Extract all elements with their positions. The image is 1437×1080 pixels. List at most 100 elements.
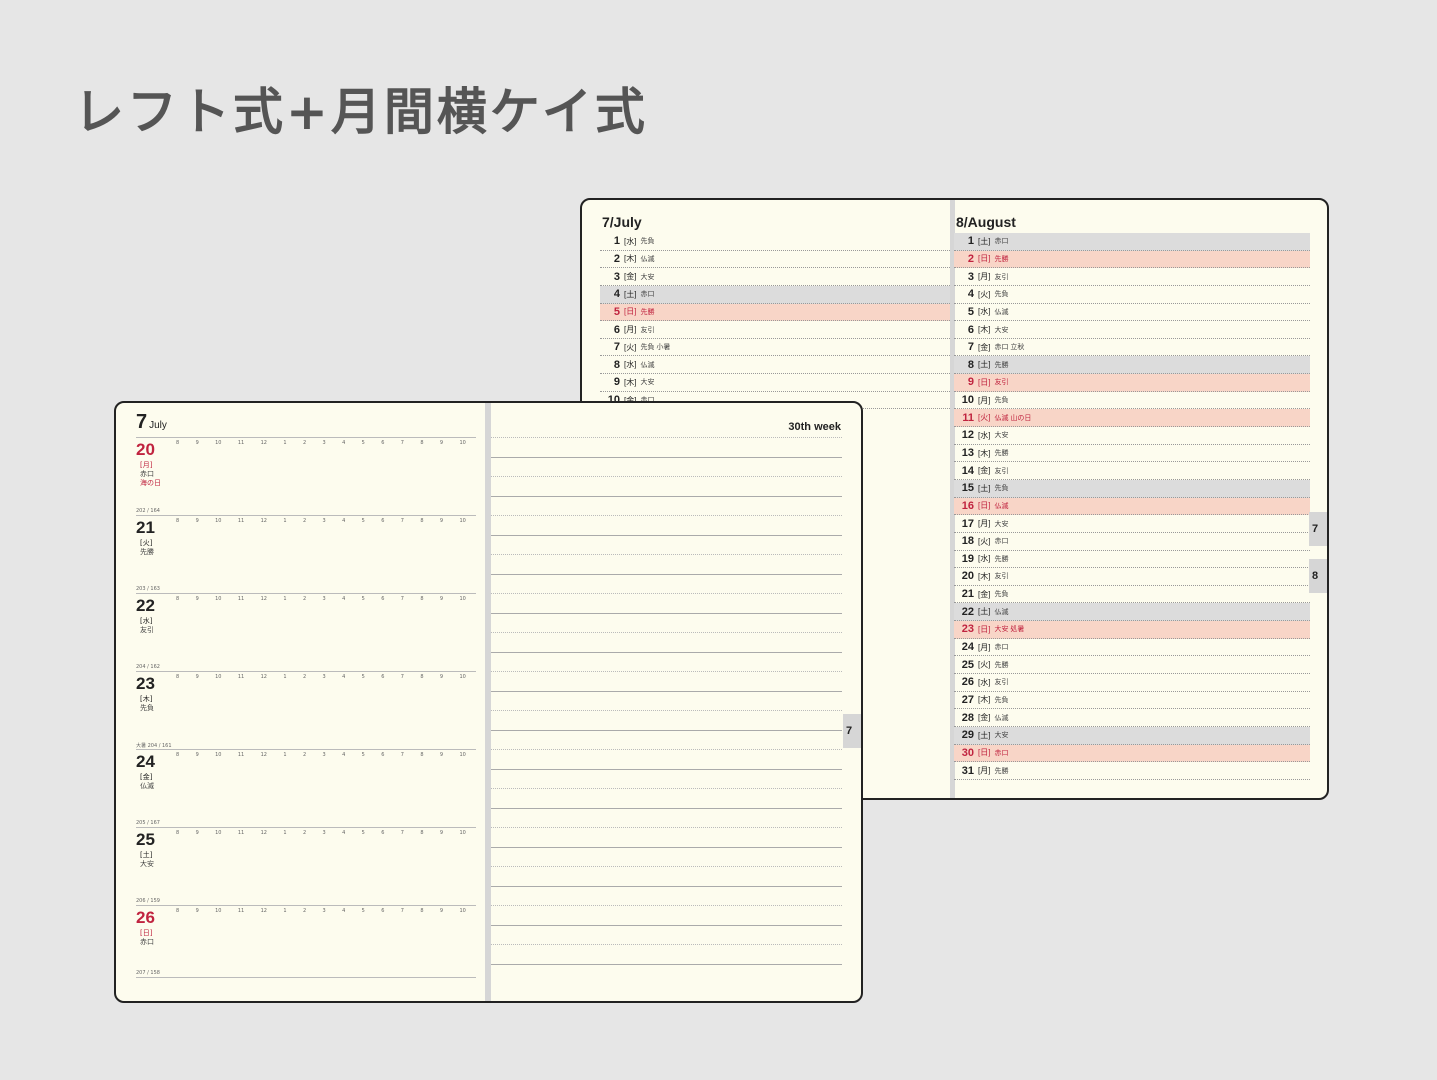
rokuyo: 仏滅 山の日 xyxy=(994,414,1032,422)
august-day-row: 5 [水] 仏滅 xyxy=(954,304,1310,322)
hour-label: 2 xyxy=(302,440,307,446)
hour-label: 10 xyxy=(215,674,222,680)
day-number: 16 xyxy=(961,499,974,512)
rokuyo: 先負 xyxy=(140,704,154,712)
day-number: 21 xyxy=(136,518,155,537)
weekday: [木] xyxy=(978,448,991,458)
august-day-row: 31 [月] 先勝 xyxy=(954,762,1310,780)
hour-label: 2 xyxy=(302,830,307,836)
rokuyo: 大安 xyxy=(640,379,655,387)
rokuyo: 仏滅 xyxy=(640,255,655,263)
day-number: 29 xyxy=(961,729,974,742)
weekly-day: 26 [日] 赤口 8 9 10 11 12 1 2 3 4 5 6 7 8 9 10 206 / 159 xyxy=(136,898,476,983)
hour-label: 6 xyxy=(381,518,385,524)
month-tab-8[interactable]: 8 xyxy=(1309,559,1327,593)
note-line xyxy=(491,710,842,711)
hour-label: 8 xyxy=(420,440,424,446)
weekday: [火] xyxy=(624,342,637,352)
rokuyo: 赤口 xyxy=(994,644,1009,652)
day-number: 11 xyxy=(962,411,974,424)
day-number: 26 xyxy=(961,676,974,689)
hour-label: 12 xyxy=(260,908,267,914)
weekday: [土] xyxy=(624,289,637,299)
weekly-day: 20 [月] 赤口 海の日 8 9 10 11 12 1 2 3 4 5 6 7 8 9 10 xyxy=(136,437,476,515)
hour-label: 6 xyxy=(381,674,385,680)
august-day-row: 14 [金] 友引 xyxy=(954,462,1310,480)
rokuyo: 大安 xyxy=(140,860,154,868)
rokuyo: 先勝 xyxy=(994,767,1009,775)
hour-label: 9 xyxy=(195,674,199,680)
hour-label: 9 xyxy=(439,518,444,524)
hour-label: 12 xyxy=(260,752,267,758)
hour-label: 10 xyxy=(215,830,222,836)
hour-label: 3 xyxy=(322,596,326,602)
day-number: 17 xyxy=(961,517,974,530)
weekday: [月] xyxy=(624,325,637,335)
day-number: 10 xyxy=(961,394,974,407)
day-number: 15 xyxy=(961,482,974,495)
day-number: 6 xyxy=(967,323,974,336)
footer-meta: 207 / 158 xyxy=(136,970,160,976)
weekday: [日] xyxy=(978,254,991,264)
hour-label: 6 xyxy=(381,440,385,446)
hour-scale: 8 9 10 11 12 1 2 3 4 5 6 7 8 9 10 xyxy=(176,440,466,446)
day-meta: 大暑 204 / 161 xyxy=(136,743,172,749)
rokuyo: 先勝 xyxy=(994,450,1009,457)
august-heading: 8/August xyxy=(956,214,1016,230)
weekly-month: 7 July xyxy=(136,411,167,434)
hour-label: 11 xyxy=(237,518,245,524)
august-day-list: 1 [土] 赤口 2 [日] 先勝 3 [月] 友引 4 [火] 先負 5 [水] 仏滅 6 [木] 大安 7 [金]… xyxy=(954,233,1310,780)
hour-label: 10 xyxy=(459,908,466,914)
day-number: 2 xyxy=(967,252,974,265)
hour-label: 5 xyxy=(361,830,365,836)
august-day-row: 20 [木] 友引 xyxy=(954,568,1310,586)
july-day-list: 1 [水] 先負 2 [木] 仏滅 3 [金] 大安 4 [土] 赤口 5 [日] 先勝 6 [月] 友引 7 [火]… xyxy=(600,233,950,410)
rokuyo: 大安 xyxy=(994,326,1009,334)
note-line xyxy=(491,846,842,848)
day-number: 7 xyxy=(613,341,620,354)
hour-label: 6 xyxy=(381,830,385,836)
weekday: [土] xyxy=(978,483,991,493)
rokuyo: 大安 xyxy=(994,520,1009,528)
day-number: 30 xyxy=(961,746,974,759)
weekday: [日] xyxy=(978,748,991,758)
rokuyo: 大安 xyxy=(640,273,655,281)
note-line xyxy=(491,573,842,575)
weekly-day: 22 [水] 友引 8 9 10 11 12 1 2 3 4 5 6 7 8 9 10 203 / 163 xyxy=(136,586,476,671)
day-meta: 205 / 167 xyxy=(136,820,160,826)
weekly-month-name: July xyxy=(149,420,167,431)
july-day-row: 1 [水] 先負 xyxy=(600,233,950,251)
august-day-row: 3 [月] 友引 xyxy=(954,268,1310,286)
august-day-row: 25 [火] 先勝 xyxy=(954,656,1310,675)
weekday: [土] xyxy=(978,360,991,370)
rokuyo: 友引 xyxy=(994,467,1009,475)
hour-label: 3 xyxy=(322,752,326,758)
day-number: 8 xyxy=(967,358,974,371)
hour-label: 11 xyxy=(237,830,245,836)
note-line xyxy=(491,476,842,477)
weekday: [日] xyxy=(978,377,991,387)
weekly-month-tab[interactable]: 7 xyxy=(843,714,861,748)
day-number: 22 xyxy=(961,605,974,618)
day-number: 9 xyxy=(967,376,974,389)
hour-label: 3 xyxy=(322,830,326,836)
hour-label: 7 xyxy=(400,674,404,680)
rokuyo: 先勝 xyxy=(640,308,655,316)
weekday: [火] xyxy=(978,413,991,423)
rokuyo: 赤口 xyxy=(140,938,154,946)
weekday: [水] xyxy=(978,554,991,564)
august-day-row: 1 [土] 赤口 xyxy=(954,233,1310,251)
month-tab-7[interactable]: 7 xyxy=(1309,512,1327,546)
rokuyo: 大安 xyxy=(994,432,1009,440)
hour-scale: 8 9 10 11 12 1 2 3 4 5 6 7 8 9 10 xyxy=(176,596,466,602)
day-number: 22 xyxy=(136,596,155,615)
hour-label: 11 xyxy=(237,752,245,758)
hour-label: 3 xyxy=(322,518,326,524)
day-number: 13 xyxy=(961,447,974,459)
rokuyo: 友引 xyxy=(994,573,1009,581)
hour-label: 11 xyxy=(237,674,245,680)
monthly-page-august: 8/August 1 [土] 赤口 2 [日] 先勝 3 [月] 友引 4 [火] 先負 5 [水] 仏滅 6… xyxy=(954,200,1310,798)
hour-label: 9 xyxy=(439,830,444,836)
hour-label: 2 xyxy=(302,908,307,914)
weekday: [木] xyxy=(978,571,991,581)
